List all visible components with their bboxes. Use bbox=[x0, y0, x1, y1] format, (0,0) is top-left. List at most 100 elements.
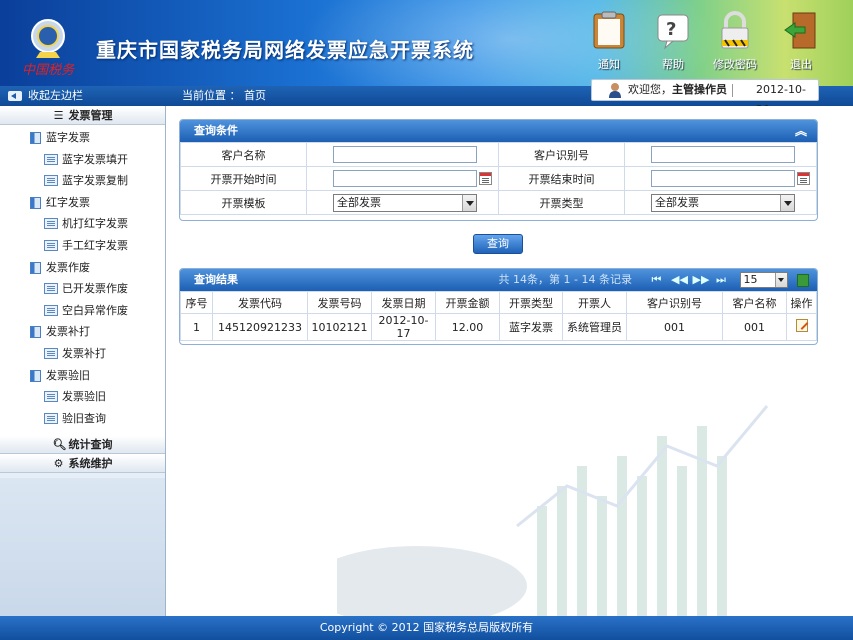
book-icon bbox=[30, 132, 41, 144]
header-banner: 中国税务 重庆市国家税务局网络发票应急开票系统 通知 ? 帮助 修改密码 退出 bbox=[0, 0, 853, 86]
tree-item-label: 已开发票作废 bbox=[62, 282, 128, 296]
tax-emblem-logo: 中国税务 bbox=[18, 10, 82, 78]
user-avatar-icon bbox=[608, 82, 622, 98]
tree-item-label: 发票验旧 bbox=[46, 368, 90, 382]
tree-machine-red-invoice[interactable]: 机打红字发票 bbox=[0, 213, 165, 235]
form-icon bbox=[44, 283, 58, 295]
cell-index: 1 bbox=[180, 313, 213, 341]
results-panel: 查询结果 共 14条，第 1 - 14 条记录 ⏮ ◀◀ ▶▶ ⏭ 15 序号 … bbox=[179, 268, 818, 345]
next-page-icon[interactable]: ▶▶ bbox=[693, 269, 710, 291]
collapse-up-icon[interactable]: ︽ bbox=[795, 120, 807, 142]
tree-manual-red-invoice[interactable]: 手工红字发票 bbox=[0, 235, 165, 257]
customer-name-input[interactable] bbox=[333, 146, 477, 163]
form-icon bbox=[44, 391, 58, 403]
logo-lettering: 中国税务 bbox=[22, 63, 75, 78]
svg-text:?: ? bbox=[666, 19, 676, 40]
column-header: 发票日期 bbox=[371, 291, 436, 314]
end-time-label: 开票结束时间 bbox=[498, 166, 625, 191]
footer: Copyright © 2012 国家税务总局版权所有 bbox=[0, 616, 853, 640]
welcome-text: 欢迎您， bbox=[628, 83, 672, 96]
main-content: 查询条件 ︽ 客户名称 客户识别号 开票开始时间 开票结束时间 开票模板 全部发… bbox=[167, 106, 853, 616]
clipboard-icon bbox=[589, 10, 629, 50]
gear-icon: ⚙ bbox=[53, 457, 64, 470]
search-icon: 🔍︎ bbox=[52, 438, 67, 451]
form-icon bbox=[44, 175, 58, 187]
column-header: 开票类型 bbox=[499, 291, 563, 314]
customer-id-input[interactable] bbox=[651, 146, 795, 163]
divider bbox=[732, 84, 733, 97]
tree-invoice-reprint-item[interactable]: 发票补打 bbox=[0, 343, 165, 365]
tree-invoice-verify[interactable]: 发票验旧 bbox=[0, 365, 165, 387]
tree-invoice-reprint[interactable]: 发票补打 bbox=[0, 321, 165, 343]
template-select[interactable]: 全部发票 bbox=[333, 193, 477, 212]
cell-invoice-date: 2012-10-17 bbox=[371, 313, 436, 341]
column-header: 发票代码 bbox=[212, 291, 308, 314]
sidebar-section-invoice-management[interactable]: ☰ 发票管理 bbox=[0, 106, 165, 125]
form-icon bbox=[44, 304, 58, 316]
tree-invoice-verify-item[interactable]: 发票验旧 bbox=[0, 386, 165, 408]
end-time-input[interactable] bbox=[651, 170, 795, 187]
cell-invoice-type: 蓝字发票 bbox=[499, 313, 563, 341]
tree-red-invoice[interactable]: 红字发票 bbox=[0, 192, 165, 214]
dropdown-arrow-icon bbox=[780, 194, 794, 211]
column-header: 操作 bbox=[786, 291, 817, 314]
tree-verify-query[interactable]: 验旧查询 bbox=[0, 408, 165, 430]
form-icon bbox=[44, 412, 58, 424]
cell-customer-name: 001 bbox=[722, 313, 787, 341]
column-header: 序号 bbox=[180, 291, 213, 314]
section-label: 发票管理 bbox=[68, 109, 113, 122]
tree-blue-invoice-issue[interactable]: 蓝字发票填开 bbox=[0, 149, 165, 171]
prev-page-icon[interactable]: ◀◀ bbox=[671, 269, 688, 291]
change-password-button[interactable]: 修改密码 bbox=[710, 10, 760, 74]
book-icon bbox=[30, 369, 41, 382]
help-button[interactable]: ? 帮助 bbox=[648, 10, 698, 74]
dropdown-arrow-icon bbox=[462, 194, 476, 211]
tree-blue-invoice-copy[interactable]: 蓝字发票复制 bbox=[0, 170, 165, 192]
sidebar-section-system-maintenance[interactable]: ⚙ 系统维护 bbox=[0, 454, 165, 473]
calendar-icon[interactable] bbox=[479, 172, 492, 185]
cell-customer-id: 001 bbox=[626, 313, 723, 341]
column-header: 开票金额 bbox=[435, 291, 500, 314]
first-page-icon[interactable]: ⏮ bbox=[650, 269, 664, 291]
start-time-label: 开票开始时间 bbox=[180, 166, 307, 191]
tree-item-label: 发票补打 bbox=[46, 325, 90, 339]
template-select-value: 全部发票 bbox=[337, 195, 381, 209]
calendar-icon[interactable] bbox=[797, 172, 810, 185]
user-info-bar: 欢迎您，主管操作员 2012-10-20 bbox=[591, 79, 819, 116]
query-button[interactable]: 查询 bbox=[473, 234, 523, 254]
system-title: 重庆市国家税务局网络发票应急开票系统 bbox=[96, 38, 474, 62]
list-icon: ☰ bbox=[53, 109, 64, 122]
tree-item-label: 蓝字发票 bbox=[46, 131, 90, 144]
table-header-row: 序号 发票代码 发票号码 发票日期 开票金额 开票类型 开票人 客户识别号 客户… bbox=[180, 291, 817, 314]
lock-icon bbox=[715, 10, 755, 50]
column-header: 客户识别号 bbox=[626, 291, 723, 314]
tree-blue-invoice[interactable]: 蓝字发票 bbox=[0, 127, 165, 149]
sidebar: ☰ 发票管理 蓝字发票 蓝字发票填开 蓝字发票复制 红字发票 机打红字发票 手工红… bbox=[0, 106, 166, 616]
page-size-value: 15 bbox=[743, 273, 758, 286]
tree-item-label: 验旧查询 bbox=[62, 411, 106, 425]
edit-icon[interactable] bbox=[795, 319, 808, 332]
sidebar-tree: 蓝字发票 蓝字发票填开 蓝字发票复制 红字发票 机打红字发票 手工红字发票 发票… bbox=[0, 125, 165, 435]
logout-button[interactable]: 退出 bbox=[776, 10, 826, 74]
tree-issued-invoice-void[interactable]: 已开发票作废 bbox=[0, 278, 165, 300]
section-label: 系统维护 bbox=[68, 457, 113, 470]
notice-button[interactable]: 通知 bbox=[584, 10, 634, 74]
table-row[interactable]: 1 145120921233 10102121 2012-10-17 12.00… bbox=[180, 313, 817, 341]
column-header: 发票号码 bbox=[307, 291, 372, 314]
background-chart-watermark bbox=[337, 405, 769, 616]
start-time-input[interactable] bbox=[333, 170, 477, 187]
change-password-label: 修改密码 bbox=[713, 58, 757, 71]
notice-label: 通知 bbox=[598, 58, 620, 71]
export-excel-icon[interactable] bbox=[797, 273, 809, 287]
form-icon bbox=[44, 347, 58, 359]
tree-blank-abnormal-void[interactable]: 空白异常作废 bbox=[0, 300, 165, 322]
tree-invoice-void[interactable]: 发票作废 bbox=[0, 257, 165, 279]
collapse-sidebar-button[interactable]: 收起左边栏 bbox=[0, 86, 166, 106]
page-size-select[interactable]: 15 bbox=[739, 272, 788, 288]
invoice-type-select[interactable]: 全部发票 bbox=[651, 193, 795, 212]
tree-item-label: 红字发票 bbox=[46, 195, 90, 209]
cell-amount: 12.00 bbox=[435, 313, 500, 341]
sidebar-section-statistics[interactable]: 🔍︎ 统计查询 bbox=[0, 435, 165, 454]
last-page-icon[interactable]: ⏭ bbox=[714, 269, 728, 291]
tree-item-label: 发票验旧 bbox=[62, 390, 106, 404]
